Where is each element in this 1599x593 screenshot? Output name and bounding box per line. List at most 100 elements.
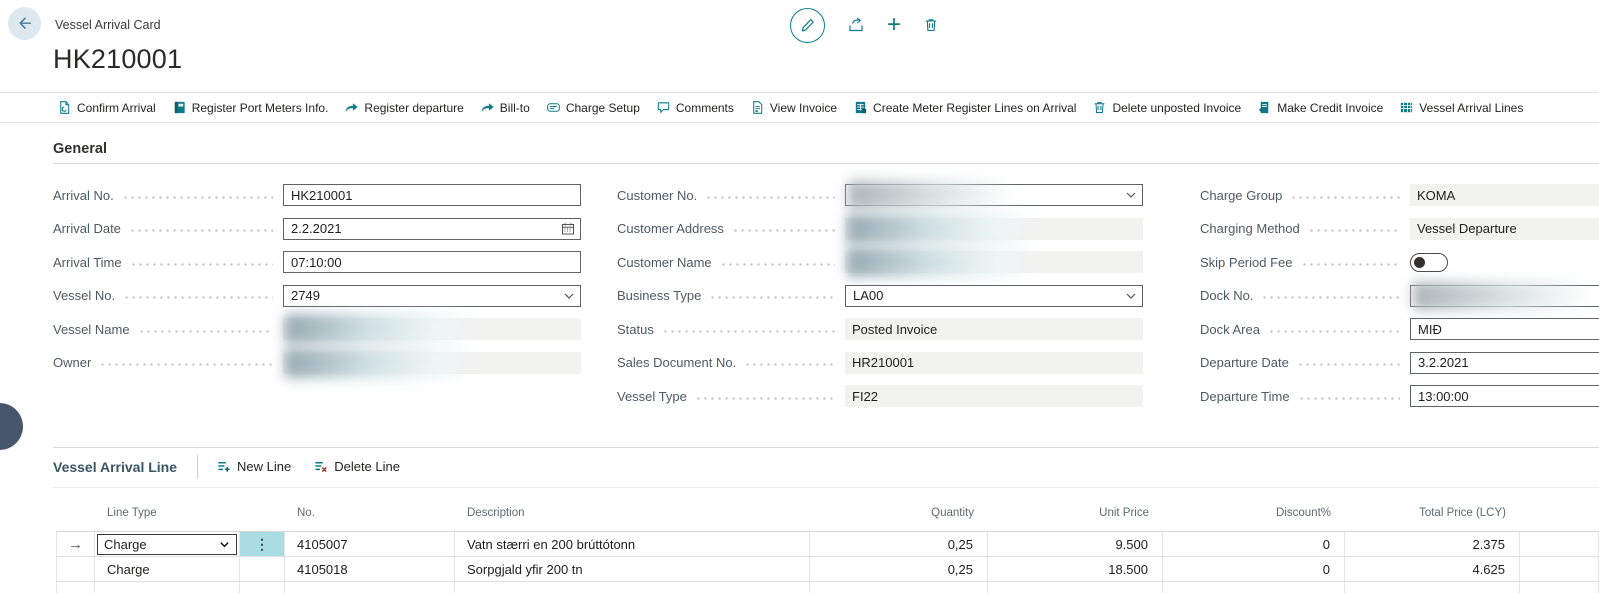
row-pointer: [56, 557, 95, 581]
redacted-value: [848, 181, 1011, 209]
empty-cell: [1520, 557, 1599, 581]
table-row-partial: [56, 582, 1599, 593]
action-make-credit-invoice[interactable]: Make Credit Invoice: [1257, 100, 1383, 115]
column-header-line-type[interactable]: Line Type: [95, 507, 285, 519]
no-cell[interactable]: 4105007: [285, 532, 455, 556]
field-label: Customer No.: [617, 188, 697, 203]
curved-arrow-icon: [344, 100, 359, 115]
description-cell[interactable]: Vatn stærri en 200 brúttótonn: [455, 532, 810, 556]
lines-header-divider: [53, 487, 1599, 488]
side-panel-handle[interactable]: [0, 403, 23, 450]
chevron-down-icon[interactable]: [1125, 189, 1142, 201]
column-header-quantity[interactable]: Quantity: [810, 507, 988, 519]
dotted-leader: [1268, 330, 1400, 333]
action-label: View Invoice: [770, 101, 837, 115]
field-row: Customer Name: [617, 251, 1143, 273]
arrival-no-field[interactable]: HK210001: [283, 184, 581, 206]
discount-cell[interactable]: 0: [1163, 557, 1345, 581]
lines-section-header: Vessel Arrival Line New Line Delete Line: [53, 453, 422, 480]
new-line-button[interactable]: New Line: [216, 459, 291, 474]
action-label: Create Meter Register Lines on Arrival: [873, 101, 1076, 115]
field-label: Arrival Date: [53, 221, 121, 236]
total-price-cell[interactable]: 4.625: [1345, 557, 1520, 581]
invoice-document-icon: [750, 100, 765, 115]
unit-price-cell[interactable]: 18.500: [988, 557, 1163, 581]
calendar-icon[interactable]: [561, 222, 580, 236]
field-row: Business Type LA00: [617, 285, 1143, 307]
action-bill-to[interactable]: Bill-to: [480, 100, 530, 115]
arrival-time-field[interactable]: 07:10:00: [283, 251, 581, 273]
field-label: Arrival No.: [53, 188, 114, 203]
vessel-arrival-card-page: Vessel Arrival Card HK210001 + Confirm A…: [0, 0, 1599, 593]
dotted-leader: [705, 196, 835, 199]
trash-icon: [1092, 100, 1107, 115]
general-section-heading: General: [53, 141, 107, 157]
field-row: Vessel Name: [53, 318, 581, 340]
action-confirm-arrival[interactable]: Confirm Arrival: [57, 100, 156, 115]
owner-field: [283, 352, 581, 374]
action-register-departure[interactable]: Register departure: [344, 100, 463, 115]
departure-date-field[interactable]: 3.2.2021: [1410, 352, 1599, 374]
action-vessel-arrival-lines[interactable]: Vessel Arrival Lines: [1399, 100, 1523, 115]
toggle-knob: [1414, 257, 1425, 268]
dock-area-field[interactable]: MIÐ: [1410, 318, 1599, 340]
action-label: Register departure: [364, 101, 463, 115]
new-line-label: New Line: [237, 459, 291, 474]
new-button[interactable]: +: [887, 13, 901, 37]
field-row: Charging Method Vessel Departure: [1200, 218, 1599, 240]
chevron-down-icon[interactable]: [563, 290, 580, 302]
skip-period-fee-toggle[interactable]: [1410, 253, 1448, 272]
page-caption: Vessel Arrival Card: [55, 18, 161, 32]
action-delete-unposted-invoice[interactable]: Delete unposted Invoice: [1092, 100, 1241, 115]
total-price-cell[interactable]: 2.375: [1345, 532, 1520, 556]
customer-address-field: [845, 218, 1143, 240]
dock-no-field[interactable]: [1410, 285, 1599, 307]
empty-cell: [1520, 532, 1599, 556]
dotted-leader: [1297, 363, 1400, 366]
vessel-no-field[interactable]: 2749: [283, 285, 581, 307]
column-header-unit-price[interactable]: Unit Price: [988, 507, 1163, 519]
field-label: Departure Date: [1200, 355, 1289, 370]
back-button[interactable]: [8, 7, 41, 40]
dotted-leader: [123, 296, 273, 299]
table-row: Charge 4105018 Sorpgjald yfir 200 tn 0,2…: [56, 557, 1599, 582]
action-create-meter-register-lines[interactable]: Create Meter Register Lines on Arrival: [853, 100, 1076, 115]
line-type-select[interactable]: Charge: [97, 534, 237, 555]
share-button[interactable]: [847, 16, 865, 34]
business-type-field[interactable]: LA00: [845, 285, 1143, 307]
column-header-no[interactable]: No.: [285, 507, 455, 519]
column-header-total-price[interactable]: Total Price (LCY): [1345, 507, 1520, 519]
delete-button[interactable]: [923, 17, 939, 33]
field-row: Vessel No. 2749: [53, 285, 581, 307]
column-header-discount[interactable]: Discount%: [1163, 507, 1345, 519]
unit-price-cell[interactable]: 9.500: [988, 532, 1163, 556]
action-view-invoice[interactable]: View Invoice: [750, 100, 837, 115]
description-cell[interactable]: Sorpgjald yfir 200 tn: [455, 557, 810, 581]
quantity-cell[interactable]: 0,25: [810, 532, 988, 556]
dotted-leader: [720, 263, 835, 266]
action-comments[interactable]: Comments: [656, 100, 734, 115]
field-label: Charging Method: [1200, 221, 1300, 236]
action-register-port-meters-info[interactable]: Register Port Meters Info.: [172, 100, 329, 115]
action-label: Register Port Meters Info.: [192, 101, 329, 115]
dotted-leader: [662, 330, 835, 333]
line-type-cell[interactable]: Charge: [95, 557, 240, 581]
no-cell[interactable]: 4105018: [285, 557, 455, 581]
arrival-date-field[interactable]: 2.2.2021: [283, 218, 581, 240]
delete-line-button[interactable]: Delete Line: [313, 459, 400, 474]
customer-no-field[interactable]: [845, 184, 1143, 206]
action-label: Charge Setup: [566, 101, 640, 115]
column-header-description[interactable]: Description: [455, 507, 810, 519]
edit-button[interactable]: [790, 8, 825, 43]
share-icon: [847, 16, 865, 34]
vessel-name-field: [283, 318, 581, 340]
action-label: Make Credit Invoice: [1277, 101, 1383, 115]
discount-cell[interactable]: 0: [1163, 532, 1345, 556]
action-charge-setup[interactable]: Charge Setup: [546, 100, 640, 115]
row-options-menu[interactable]: [240, 557, 285, 581]
row-options-menu[interactable]: ⋮: [240, 532, 285, 556]
chevron-down-icon[interactable]: [1125, 290, 1142, 302]
table-row: → Charge ⋮ 4105007 Vatn stærri en 200 br…: [56, 532, 1599, 557]
departure-time-field[interactable]: 13:00:00: [1410, 385, 1599, 407]
quantity-cell[interactable]: 0,25: [810, 557, 988, 581]
